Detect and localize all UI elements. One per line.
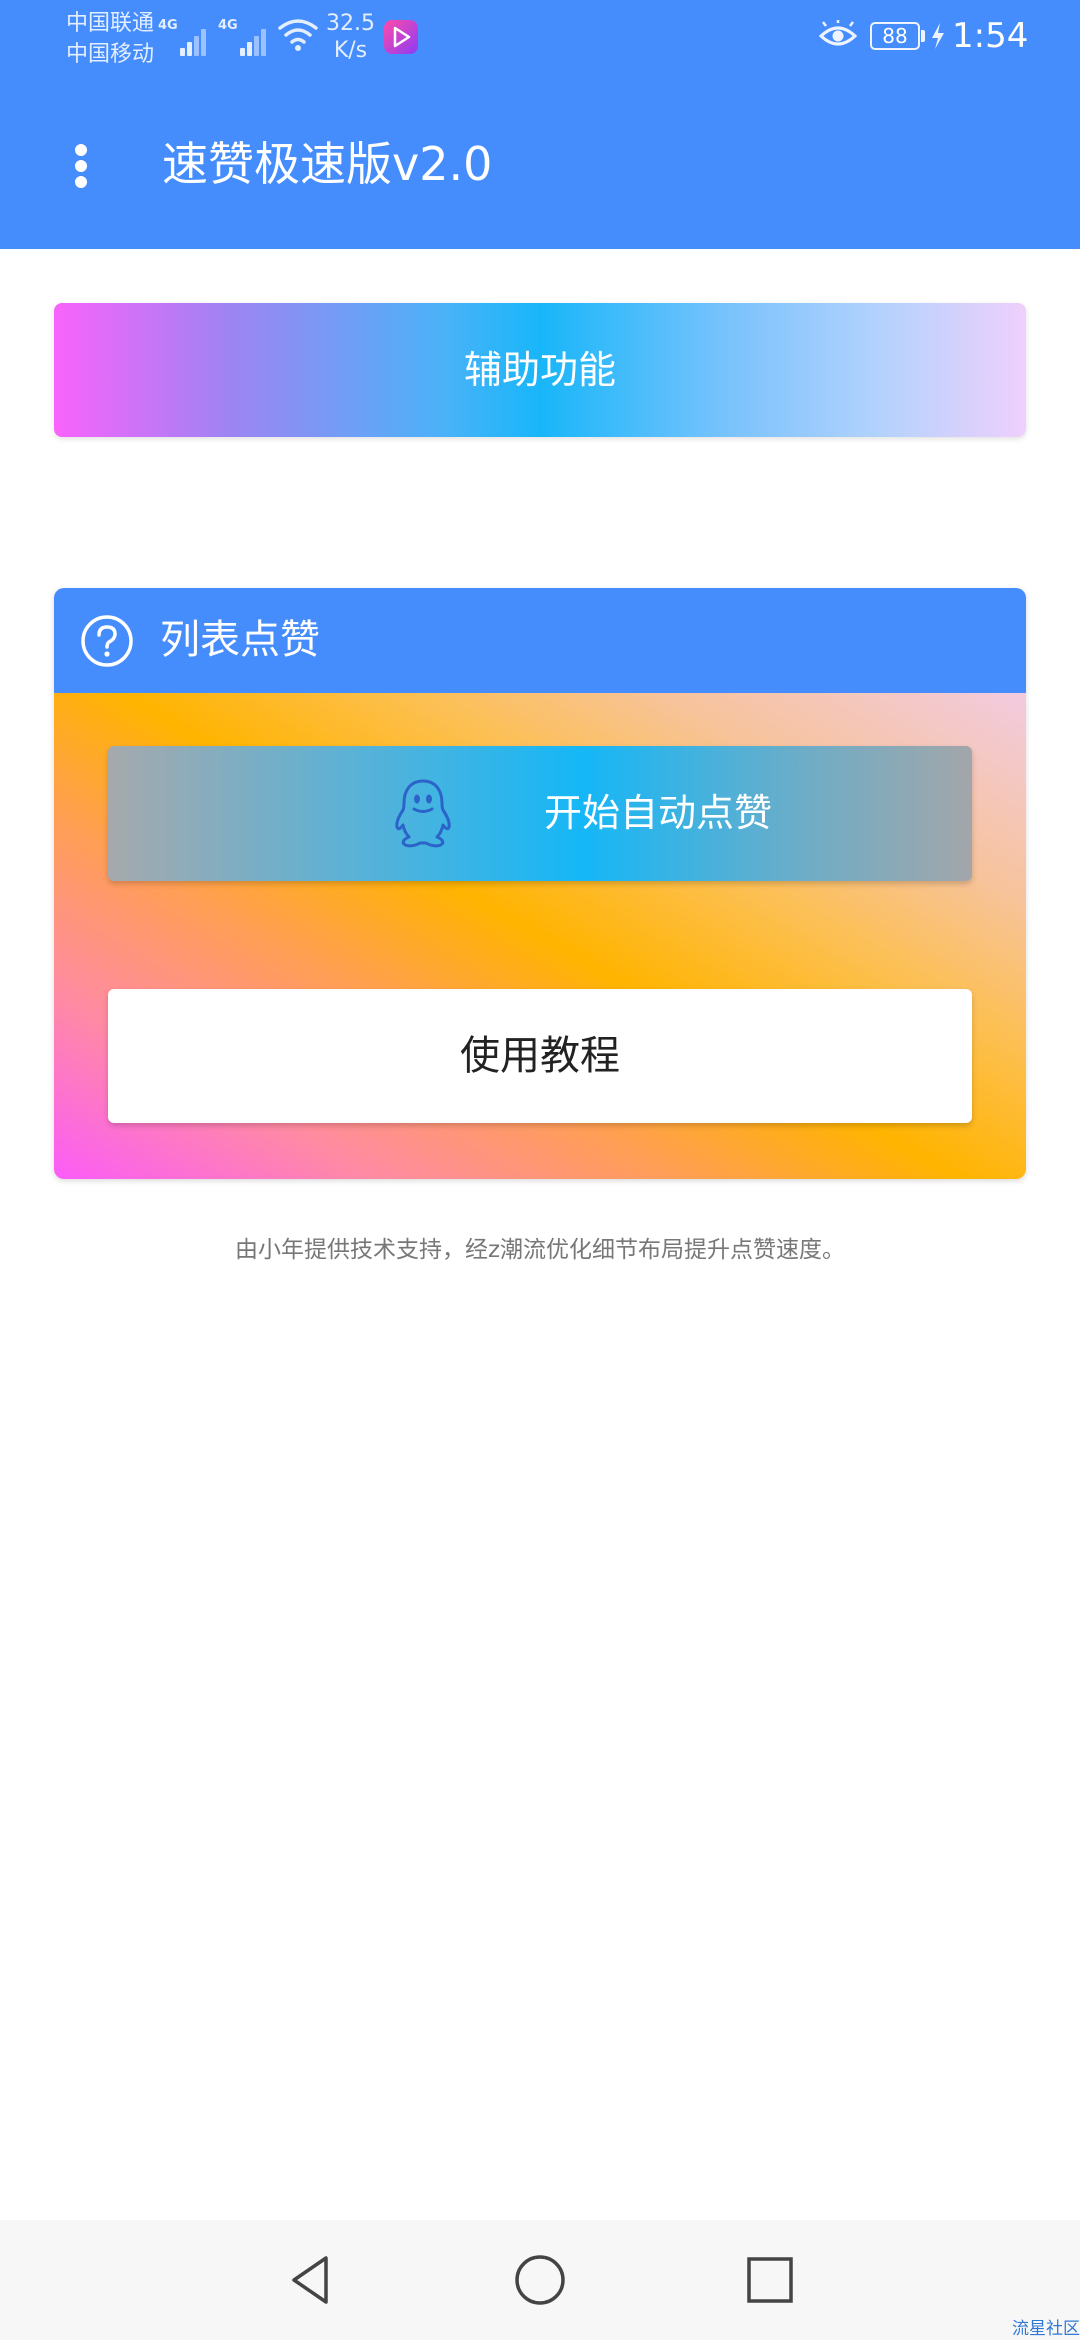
signal-icon: 4G (158, 18, 214, 56)
wifi-icon (278, 19, 318, 51)
start-auto-like-label: 开始自动点赞 (544, 791, 773, 835)
watermark: 流星社区 (1012, 2319, 1080, 2339)
accessibility-button[interactable]: 辅助功能 (54, 303, 1026, 437)
tutorial-button[interactable]: 使用教程 (108, 989, 972, 1123)
video-app-icon (384, 20, 418, 54)
overflow-menu-icon[interactable] (56, 135, 108, 197)
carrier-labels: 中国联通 中国移动 (66, 8, 154, 70)
card-body: 开始自动点赞 使用教程 (54, 693, 1026, 1179)
signal-icon: 4G (218, 18, 274, 56)
network-type-2: 4G (218, 18, 238, 33)
app-title: 速赞极速版v2.0 (162, 137, 493, 191)
network-type-1: 4G (158, 18, 178, 33)
app-header: 中国联通 中国移动 4G 4G 32.5 K/s 88 1:54 速赞极速版v2… (0, 0, 1080, 249)
footer-note: 由小年提供技术支持，经z潮流优化细节布局提升点赞速度。 (234, 1237, 846, 1263)
charging-bolt-icon (932, 23, 944, 49)
list-like-card: 列表点赞 开始自动点赞 使用教程 (54, 588, 1026, 1179)
start-auto-like-button[interactable]: 开始自动点赞 (108, 746, 972, 881)
card-header: 列表点赞 (54, 588, 1026, 693)
navigation-bar: 流星社区 (0, 2220, 1080, 2340)
status-time: 1:54 (952, 16, 1029, 56)
eye-comfort-icon (818, 20, 858, 46)
battery-tip (921, 30, 925, 42)
speed-value: 32.5 (326, 11, 375, 36)
status-bar: 中国联通 中国移动 4G 4G 32.5 K/s 88 1:54 (0, 0, 1080, 72)
battery-icon: 88 (870, 22, 920, 50)
recents-square-icon[interactable] (740, 2250, 800, 2310)
card-title: 列表点赞 (160, 617, 320, 663)
qq-penguin-icon (395, 779, 451, 848)
carrier-2: 中国移动 (66, 42, 155, 67)
network-speed: 32.5 K/s (326, 10, 375, 64)
speed-unit: K/s (333, 38, 368, 63)
carrier-1: 中国联通 (66, 11, 155, 36)
question-mark-icon[interactable] (80, 614, 134, 668)
back-triangle-icon[interactable] (280, 2250, 340, 2310)
app-screen: 中国联通 中国移动 4G 4G 32.5 K/s 88 1:54 速赞极速版v2… (0, 0, 1080, 2340)
home-circle-icon[interactable] (510, 2250, 570, 2310)
